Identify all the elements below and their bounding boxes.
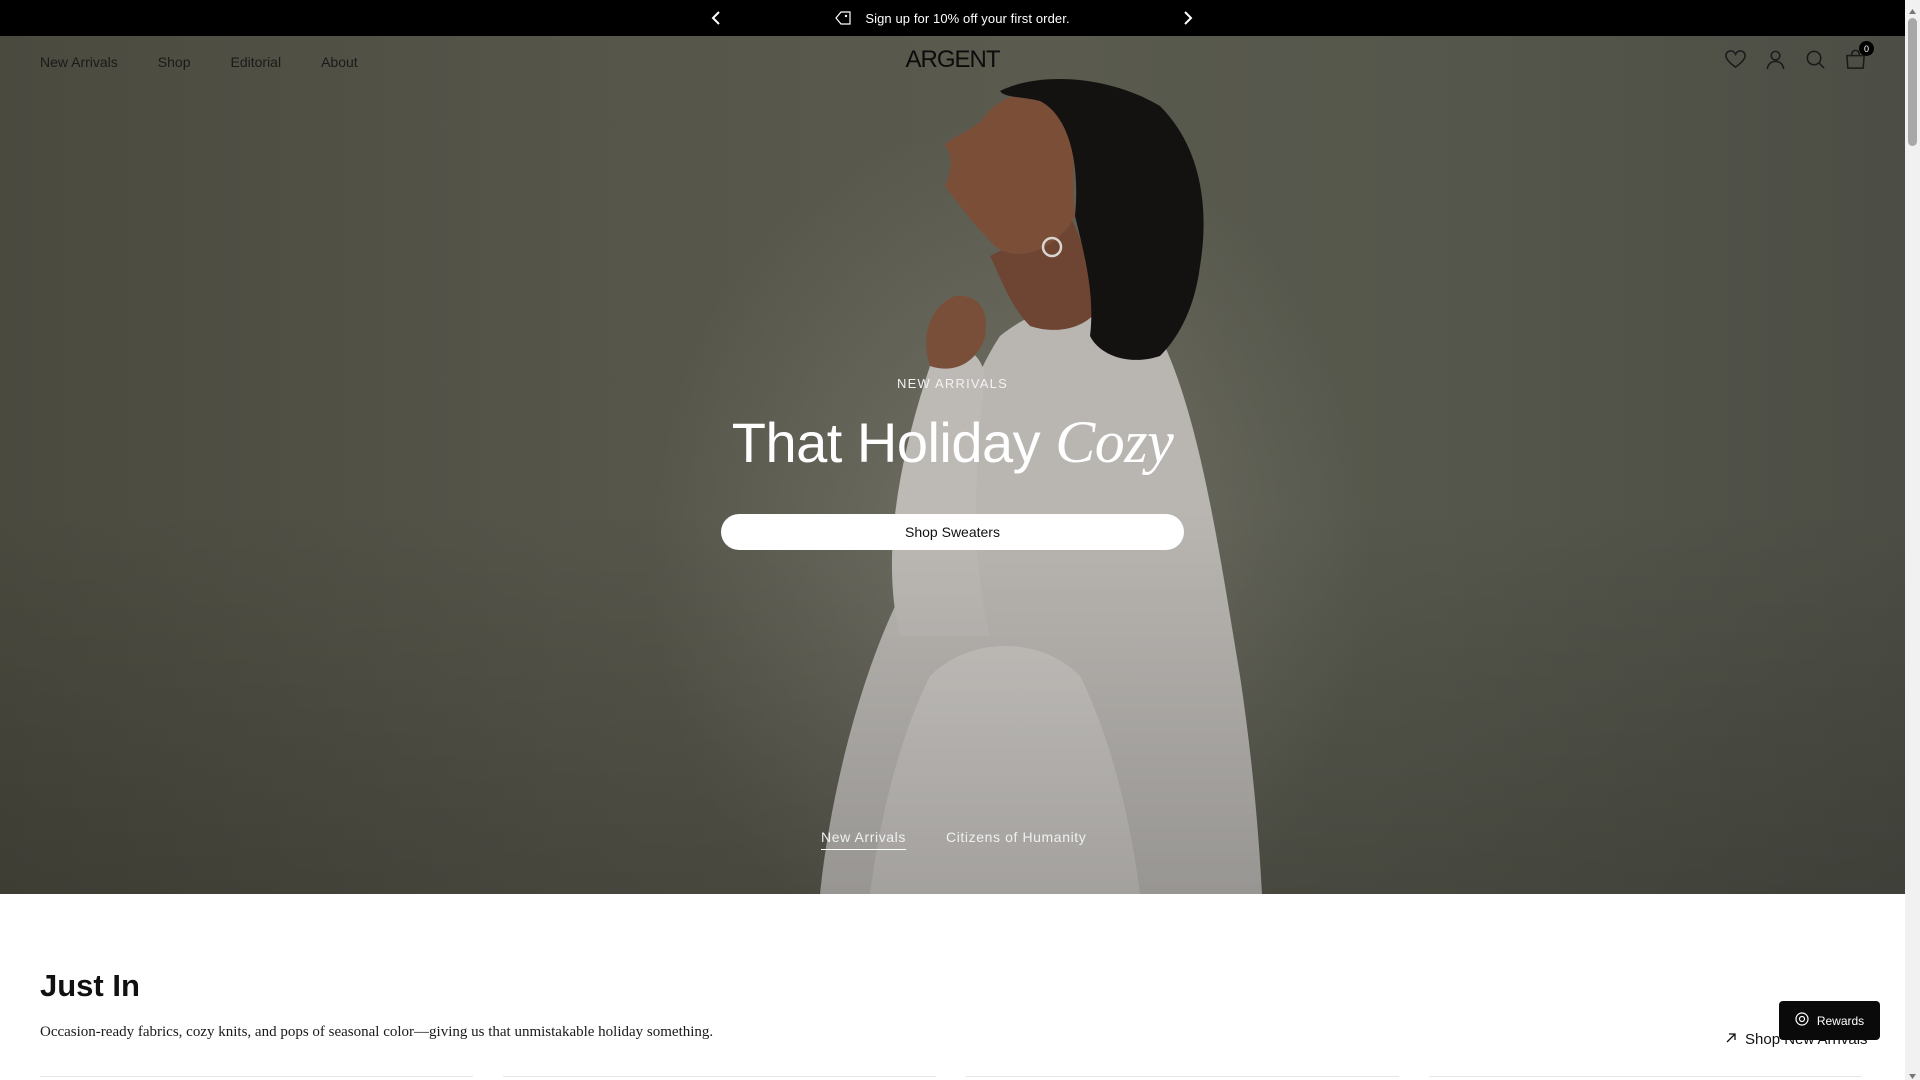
product-grid [40, 1076, 1862, 1080]
account-icon[interactable] [1764, 48, 1787, 71]
page-scrollbar[interactable] [1905, 0, 1920, 1080]
arrow-up-right-icon [1725, 1031, 1737, 1048]
scroll-down-icon[interactable] [1908, 1068, 1917, 1079]
hero-headline-text: That Holiday [731, 411, 1041, 474]
announcement-message[interactable]: Sign up for 10% off your first order. [835, 10, 1070, 26]
header-actions: 0 [1724, 41, 1874, 71]
scroll-up-icon[interactable] [1908, 3, 1917, 14]
product-card[interactable] [503, 1076, 936, 1080]
rewards-button[interactable]: Rewards [1779, 1001, 1880, 1040]
scrollbar-thumb[interactable] [1908, 18, 1917, 146]
rewards-label: Rewards [1816, 1013, 1865, 1028]
site-logo[interactable]: ARGENT [900, 46, 1005, 74]
product-card[interactable] [40, 1076, 473, 1080]
announcement-bar: Sign up for 10% off your first order. [0, 0, 1905, 36]
tag-icon [835, 11, 851, 25]
nav-about[interactable]: About [321, 54, 358, 70]
cart-count-badge: 0 [1859, 41, 1874, 56]
announcement-text: Sign up for 10% off your first order. [865, 10, 1070, 26]
rewards-icon [1795, 1012, 1809, 1029]
product-card[interactable] [1429, 1076, 1862, 1080]
heart-icon[interactable] [1724, 48, 1747, 71]
hero-eyebrow: NEW ARRIVALS [897, 376, 1008, 391]
search-icon[interactable] [1804, 48, 1827, 71]
main-nav: New Arrivals Shop Editorial About [40, 54, 358, 70]
hero-tab-citizens-of-humanity[interactable]: Citizens of Humanity [946, 829, 1086, 850]
nav-shop[interactable]: Shop [158, 54, 191, 70]
just-in-description: Occasion-ready fabrics, cozy knits, and … [40, 1024, 714, 1040]
chevron-left-icon[interactable] [707, 9, 725, 27]
nav-editorial[interactable]: Editorial [231, 54, 282, 70]
just-in-title: Just In [40, 968, 140, 1003]
hero-tab-new-arrivals[interactable]: New Arrivals [821, 829, 906, 850]
hero-banner: NEW ARRIVALS That Holiday Cozy Shop Swea… [0, 36, 1905, 894]
cart-icon[interactable]: 0 [1844, 41, 1874, 71]
product-card[interactable] [966, 1076, 1399, 1080]
chevron-right-icon[interactable] [1179, 9, 1197, 27]
hero-tabs: New Arrivals Citizens of Humanity [821, 829, 1086, 850]
hero-headline-italic: Cozy [1055, 409, 1174, 475]
nav-new-arrivals[interactable]: New Arrivals [40, 54, 118, 70]
hero-headline: That Holiday Cozy [0, 408, 1905, 477]
shop-sweaters-button[interactable]: Shop Sweaters [721, 514, 1184, 550]
